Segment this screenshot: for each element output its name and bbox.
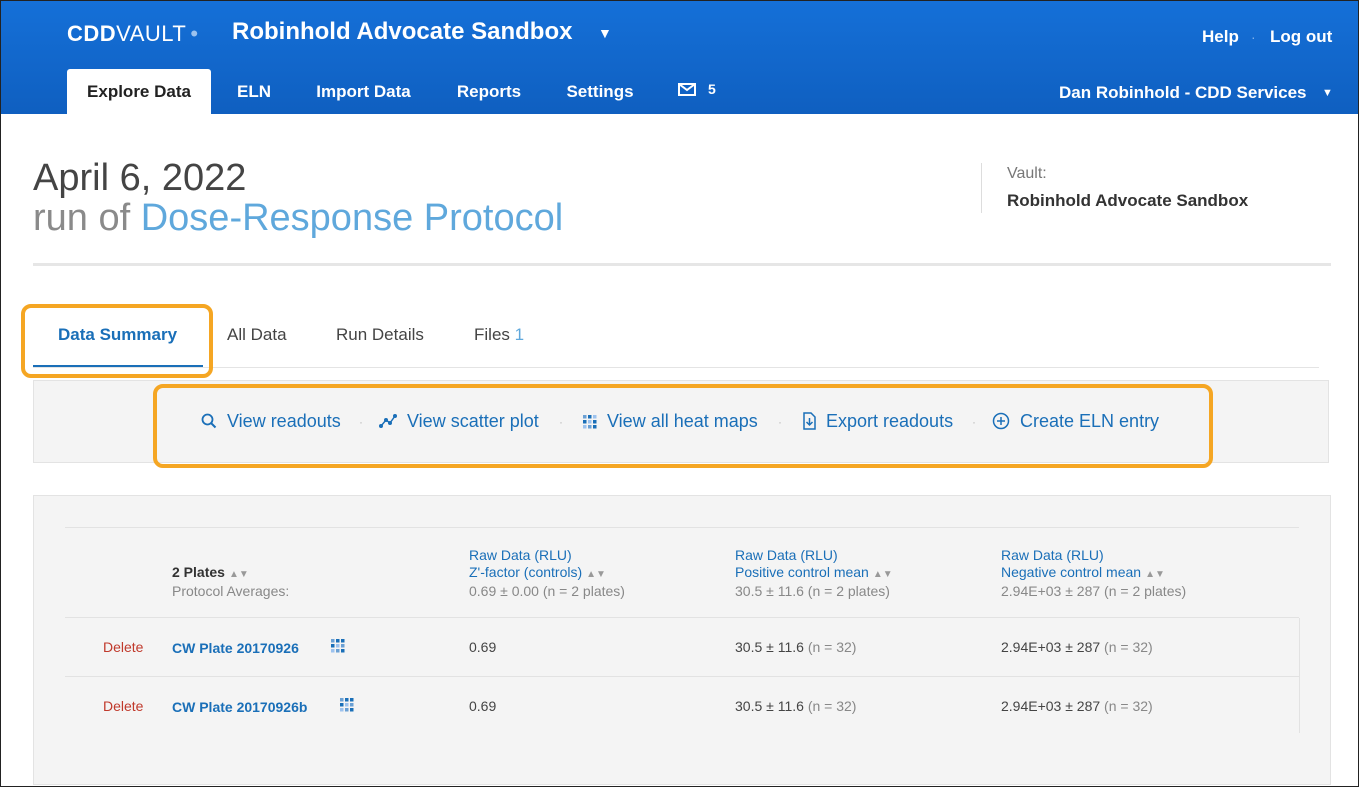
negative-control-value: 2.94E+03 ± 287 (n = 32) (1001, 698, 1153, 714)
nav-tab-reports[interactable]: Reports (442, 69, 536, 114)
caret-down-icon[interactable]: ▼ (598, 25, 612, 41)
help-link[interactable]: Help (1202, 27, 1239, 47)
user-menu[interactable]: Dan Robinhold - CDD Services (1059, 83, 1306, 103)
value: 30.5 ± 11.6 (735, 639, 804, 655)
sort-icon[interactable]: ▲▼ (229, 569, 249, 580)
highlight-box (153, 384, 1213, 468)
tab-files-label: Files (474, 325, 510, 344)
column-header-z-factor[interactable]: Raw Data (RLU) Z'-factor (controls) ▲▼ 0.… (469, 547, 625, 600)
separator-dot: · (1251, 29, 1256, 45)
n-count: (n = 32) (1104, 698, 1153, 714)
column-average: 30.5 ± 11.6 (n = 2 plates) (735, 583, 890, 599)
column-header-negative-control[interactable]: Raw Data (RLU) Negative control mean ▲▼ 2… (1001, 547, 1186, 600)
n-count: (n = 32) (807, 639, 857, 655)
nav-tab-eln[interactable]: ELN (223, 69, 285, 114)
delete-button[interactable]: Delete (103, 698, 143, 714)
message-count[interactable]: 5 (708, 81, 716, 97)
negative-control-value: 2.94E+03 ± 287 (n = 32) (1001, 639, 1153, 655)
cdd-vault-logo[interactable]: CDDVAULT • (67, 21, 199, 47)
nav-tab-explore-data[interactable]: Explore Data (67, 69, 211, 114)
divider (33, 263, 1331, 266)
envelope-icon[interactable] (678, 83, 696, 96)
plate-link[interactable]: CW Plate 20170926 (172, 640, 299, 656)
files-count: 1 (514, 325, 525, 344)
page-subtitle: run of Dose-Response Protocol (33, 197, 563, 240)
caret-down-icon[interactable]: ▼ (1322, 87, 1333, 99)
z-factor-value: 0.69 (469, 639, 497, 655)
divider (981, 163, 982, 213)
column-group: Raw Data (RLU) (1001, 547, 1104, 563)
divider (33, 367, 1319, 368)
column-group: Raw Data (RLU) (469, 547, 572, 563)
positive-control-value: 30.5 ± 11.6 (n = 32) (735, 639, 856, 655)
heat-map-icon[interactable] (331, 639, 345, 653)
protocol-link[interactable]: Dose-Response Protocol (141, 197, 563, 239)
column-header-positive-control[interactable]: Raw Data (RLU) Positive control mean ▲▼ 3… (735, 547, 893, 600)
logout-link[interactable]: Log out (1270, 27, 1332, 47)
vault-name: Robinhold Advocate Sandbox (1007, 191, 1249, 210)
logo-sub-text: VAULT (116, 21, 187, 46)
divider (65, 676, 1299, 677)
z-factor-value: 0.69 (469, 698, 497, 714)
sort-icon[interactable]: ▲▼ (1145, 569, 1165, 580)
n-count: (n = 32) (807, 698, 857, 714)
column-name: Positive control mean (735, 564, 869, 580)
column-average: 0.69 ± 0.00 (n = 2 plates) (469, 583, 625, 599)
divider (1299, 618, 1300, 733)
vault-selector[interactable]: Robinhold Advocate Sandbox (232, 18, 572, 46)
column-name: Z'-factor (controls) (469, 564, 583, 580)
plates-count: 2 Plates (172, 564, 225, 580)
highlight-box (21, 304, 213, 378)
tab-all-data[interactable]: All Data (227, 325, 287, 345)
divider (65, 617, 1299, 618)
value: 30.5 ± 11.6 (735, 698, 804, 714)
logo-main-text: CDD (67, 21, 117, 46)
heat-map-icon[interactable] (340, 698, 354, 712)
column-average: 2.94E+03 ± 287 (n = 2 plates) (1001, 583, 1187, 599)
n-count: (n = 32) (1104, 639, 1153, 655)
column-name: Negative control mean (1001, 564, 1142, 580)
vault-label: Vault: (1007, 165, 1047, 182)
plates-header: 2 Plates ▲▼ Protocol Averages: (172, 564, 289, 600)
column-group: Raw Data (RLU) (735, 547, 838, 563)
value: 2.94E+03 ± 287 (1001, 698, 1101, 714)
value: 2.94E+03 ± 287 (1001, 639, 1101, 655)
protocol-averages-label: Protocol Averages: (172, 583, 290, 599)
plate-link[interactable]: CW Plate 20170926b (172, 699, 307, 715)
page-title: April 6, 2022 (33, 157, 247, 199)
run-of-text: run of (33, 197, 131, 239)
positive-control-value: 30.5 ± 11.6 (n = 32) (735, 698, 856, 714)
sort-icon[interactable]: ▲▼ (586, 569, 606, 580)
divider (65, 527, 1299, 528)
nav-tab-import-data[interactable]: Import Data (301, 69, 426, 114)
sort-icon[interactable]: ▲▼ (873, 569, 893, 580)
tab-files[interactable]: Files 1 (474, 325, 524, 345)
delete-button[interactable]: Delete (103, 639, 143, 655)
tab-run-details[interactable]: Run Details (336, 325, 424, 345)
nav-tab-settings[interactable]: Settings (552, 69, 648, 114)
